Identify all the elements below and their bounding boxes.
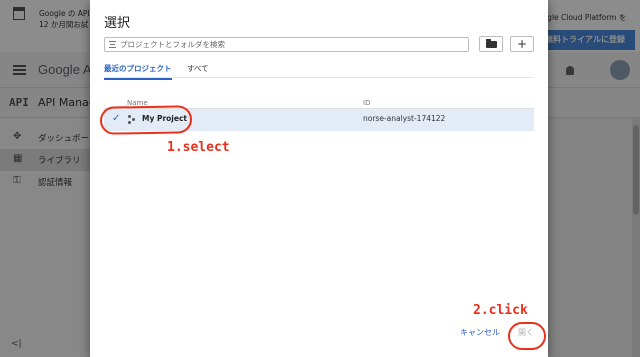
column-header-id: ID [363, 99, 371, 107]
search-placeholder: プロジェクトとフォルダを検索 [120, 40, 225, 49]
project-id: norse-analyst-174122 [363, 114, 446, 123]
filter-icon [109, 41, 116, 48]
new-project-button[interactable]: + [510, 36, 534, 52]
dialog-title: 選択 [104, 16, 131, 31]
new-folder-button[interactable] [479, 36, 503, 52]
folder-icon [486, 39, 497, 48]
select-highlight-ring [99, 105, 193, 135]
annotation-step1: 1.select [167, 140, 230, 155]
project-tabs: 最近のプロジェクト すべて [104, 62, 534, 80]
annotation-step2: 2.click [473, 303, 528, 318]
tab-all[interactable]: すべて [187, 63, 209, 74]
project-search-input[interactable]: プロジェクトとフォルダを検索 [104, 37, 469, 52]
tab-recent-projects[interactable]: 最近のプロジェクト [104, 63, 172, 80]
cancel-button[interactable]: キャンセル [460, 327, 500, 338]
click-highlight-ring [508, 322, 546, 350]
